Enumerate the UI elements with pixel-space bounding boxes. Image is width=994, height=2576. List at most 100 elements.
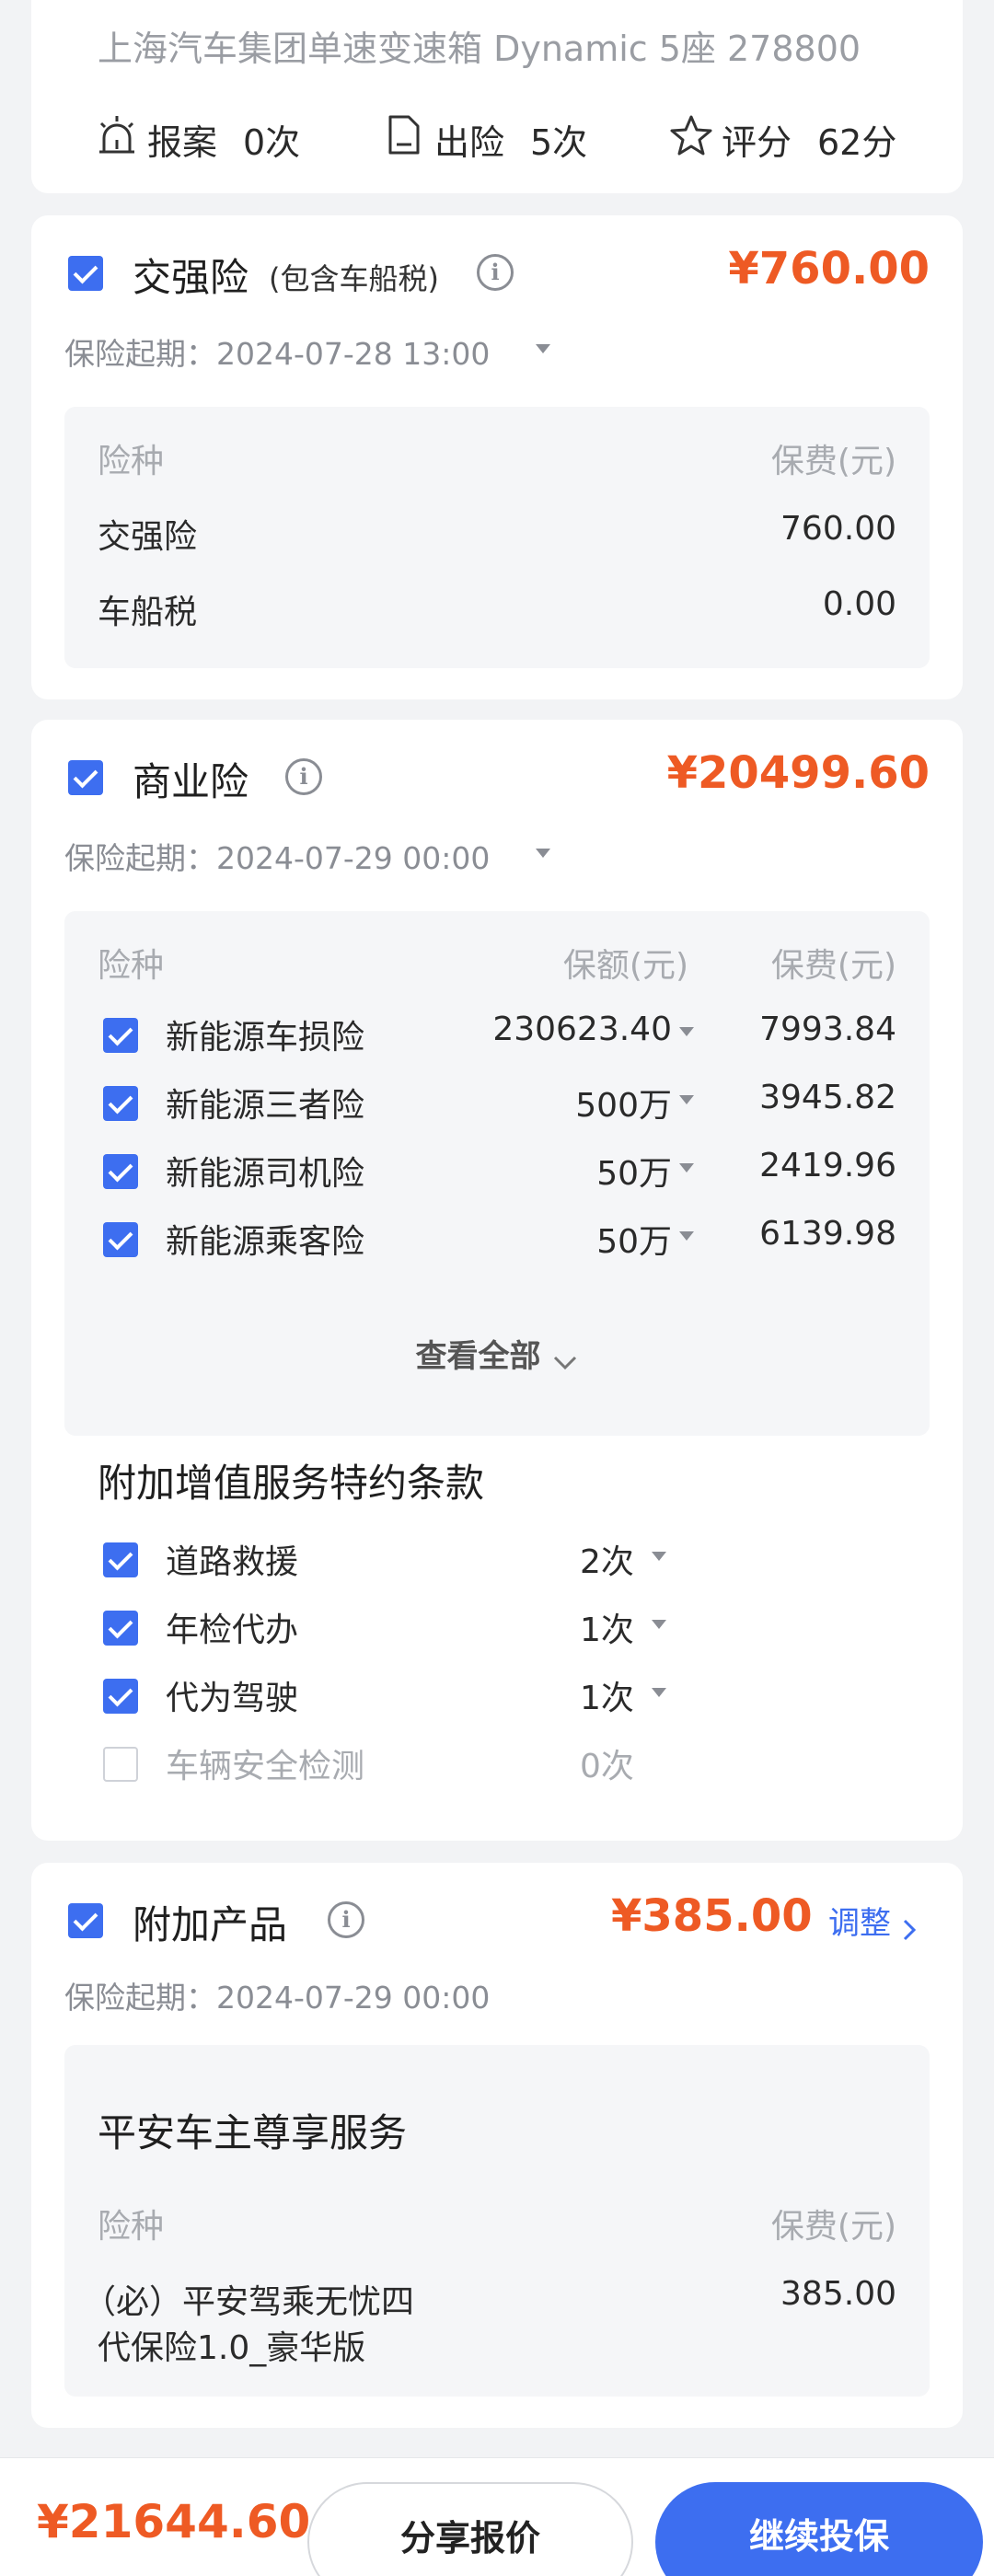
commercial-insurance-card: 商业险 i ¥20499.60 保险起期：2024-07-29 00:00 险种… bbox=[31, 720, 963, 1841]
vehicle-info-card: 上海汽车集团单速变速箱 Dynamic 5座 278800 报案 0次 出险 5… bbox=[31, 0, 963, 193]
coverage-name: 新能源司机险 bbox=[166, 1155, 365, 1193]
bottom-bar: ¥21644.60 分享报价 继续投保 bbox=[0, 2457, 994, 2576]
claims-value: 0次 bbox=[243, 122, 301, 163]
compulsory-title: 交强险 bbox=[133, 255, 249, 300]
chevron-down-icon bbox=[553, 1356, 576, 1369]
chevron-down-icon bbox=[652, 1620, 666, 1629]
chevron-down-icon bbox=[679, 1163, 694, 1172]
share-quote-button[interactable]: 分享报价 bbox=[307, 2482, 633, 2576]
coverage-amount-select[interactable]: 50万 bbox=[596, 1215, 672, 1261]
coverage-checkbox[interactable] bbox=[103, 1222, 138, 1257]
coverage-amount: 230623.40 bbox=[492, 1011, 672, 1048]
coverage-fee: 7993.84 bbox=[759, 1011, 896, 1048]
compulsory-subtitle: (包含车船税) bbox=[269, 261, 439, 296]
addon-checkbox[interactable] bbox=[103, 1611, 138, 1646]
info-icon[interactable]: i bbox=[477, 254, 514, 291]
service-title: 平安车主尊享服务 bbox=[98, 2110, 408, 2155]
document-icon bbox=[388, 115, 420, 155]
claims-label: 报案 bbox=[147, 122, 218, 163]
chevron-down-icon bbox=[652, 1552, 666, 1561]
addon-count: 0次 bbox=[580, 1748, 634, 1785]
addon-count: 1次 bbox=[580, 1611, 634, 1649]
commercial-checkbox[interactable] bbox=[68, 760, 103, 795]
info-icon[interactable]: i bbox=[285, 758, 322, 795]
addon-count-select[interactable]: 2次 bbox=[580, 1535, 709, 1581]
coverage-name: 新能源三者险 bbox=[166, 1087, 365, 1125]
col-header-type: 险种 bbox=[98, 947, 165, 985]
addon-count-select[interactable]: 1次 bbox=[580, 1671, 709, 1717]
coverage-checkbox[interactable] bbox=[103, 1018, 138, 1053]
commercial-price: ¥20499.60 bbox=[666, 747, 930, 799]
commercial-start-label: 保险起期：2024-07-29 00:00 bbox=[64, 840, 491, 876]
additional-service-box: 平安车主尊享服务 险种 保费(元) （必）平安驾乘无忧四 代保险1.0_豪华版 … bbox=[64, 2045, 930, 2397]
row-fee: 760.00 bbox=[780, 510, 896, 548]
addon-name: 车辆安全检测 bbox=[166, 1748, 365, 1785]
coverage-checkbox[interactable] bbox=[103, 1086, 138, 1121]
vehicle-model: 上海汽车集团单速变速箱 Dynamic 5座 278800 bbox=[98, 29, 861, 69]
additional-title: 附加产品 bbox=[133, 1902, 288, 1947]
col-header-fee: 保费(元) bbox=[770, 443, 896, 480]
total-price: ¥21644.60 bbox=[37, 2495, 311, 2548]
additional-checkbox[interactable] bbox=[68, 1903, 103, 1938]
share-quote-label: 分享报价 bbox=[399, 2518, 540, 2559]
col-header-type: 险种 bbox=[98, 443, 165, 480]
coverage-amount: 50万 bbox=[596, 1223, 672, 1261]
star-icon bbox=[670, 115, 712, 156]
compulsory-start-label: 保险起期：2024-07-28 13:00 bbox=[64, 336, 491, 372]
col-header-amount: 保额(元) bbox=[562, 947, 688, 985]
service-item-line1: （必）平安驾乘无忧四 bbox=[83, 2283, 415, 2321]
continue-label: 继续投保 bbox=[748, 2516, 889, 2557]
row-name: 车船税 bbox=[98, 594, 198, 631]
chevron-down-icon bbox=[536, 344, 550, 353]
additional-products-card: 附加产品 i ¥385.00 调整 保险起期：2024-07-29 00:00 … bbox=[31, 1863, 963, 2428]
addon-count: 2次 bbox=[580, 1543, 634, 1581]
row-fee: 0.00 bbox=[822, 585, 896, 623]
view-all-button[interactable]: 查看全部 bbox=[64, 1331, 930, 1377]
compulsory-checkbox[interactable] bbox=[68, 256, 103, 291]
coverage-fee: 2419.96 bbox=[759, 1147, 896, 1184]
addon-name: 道路救援 bbox=[166, 1543, 299, 1581]
chevron-down-icon bbox=[679, 1095, 694, 1104]
commercial-table: 险种 保额(元) 保费(元) 新能源车损险 230623.40 7993.84 … bbox=[64, 911, 930, 1436]
col-header-fee: 保费(元) bbox=[770, 947, 896, 985]
coverage-name: 新能源车损险 bbox=[166, 1019, 365, 1057]
score-stat[interactable]: 评分 62分 bbox=[670, 112, 928, 163]
adjust-label: 调整 bbox=[828, 1905, 891, 1942]
chevron-down-icon bbox=[679, 1231, 694, 1241]
info-icon[interactable]: i bbox=[328, 1901, 364, 1938]
row-name: 交强险 bbox=[98, 518, 198, 556]
addon-name: 代为驾驶 bbox=[166, 1680, 299, 1717]
claims-stat[interactable]: 报案 0次 bbox=[96, 112, 335, 163]
additional-start-label: 保险起期：2024-07-29 00:00 bbox=[64, 1980, 491, 2016]
compulsory-price: ¥760.00 bbox=[728, 243, 930, 295]
commercial-start-date[interactable]: 保险起期：2024-07-29 00:00 bbox=[64, 834, 561, 876]
continue-button[interactable]: 继续投保 bbox=[655, 2482, 983, 2576]
addon-checkbox[interactable] bbox=[103, 1747, 138, 1782]
score-value: 62分 bbox=[817, 122, 897, 163]
siren-icon bbox=[99, 116, 134, 154]
accidents-label: 出险 bbox=[434, 122, 505, 163]
addon-checkbox[interactable] bbox=[103, 1542, 138, 1577]
chevron-down-icon bbox=[652, 1688, 666, 1697]
chevron-down-icon bbox=[536, 849, 550, 858]
addon-section-title: 附加增值服务特约条款 bbox=[98, 1461, 485, 1506]
coverage-fee: 3945.82 bbox=[759, 1079, 896, 1116]
addon-checkbox[interactable] bbox=[103, 1679, 138, 1714]
coverage-amount-select[interactable]: 230623.40 bbox=[492, 1011, 672, 1053]
chevron-down-icon bbox=[679, 1027, 694, 1036]
compulsory-table: 险种 保费(元) 交强险 760.00 车船税 0.00 bbox=[64, 407, 930, 668]
view-all-label: 查看全部 bbox=[415, 1338, 541, 1375]
service-item-line2: 代保险1.0_豪华版 bbox=[98, 2329, 366, 2367]
compulsory-start-date[interactable]: 保险起期：2024-07-28 13:00 bbox=[64, 329, 561, 372]
coverage-amount-select[interactable]: 500万 bbox=[575, 1079, 672, 1125]
coverage-fee: 6139.98 bbox=[759, 1215, 896, 1253]
addon-name: 年检代办 bbox=[166, 1611, 299, 1649]
accidents-stat[interactable]: 出险 5次 bbox=[383, 112, 622, 163]
coverage-checkbox[interactable] bbox=[103, 1154, 138, 1189]
adjust-button[interactable]: 调整 bbox=[828, 1898, 939, 1942]
addon-count-select[interactable]: 1次 bbox=[580, 1603, 709, 1649]
score-label: 评分 bbox=[722, 122, 792, 163]
service-item-fee: 385.00 bbox=[780, 2275, 896, 2313]
coverage-amount-select[interactable]: 50万 bbox=[596, 1147, 672, 1193]
additional-price: ¥385.00 bbox=[611, 1890, 813, 1942]
